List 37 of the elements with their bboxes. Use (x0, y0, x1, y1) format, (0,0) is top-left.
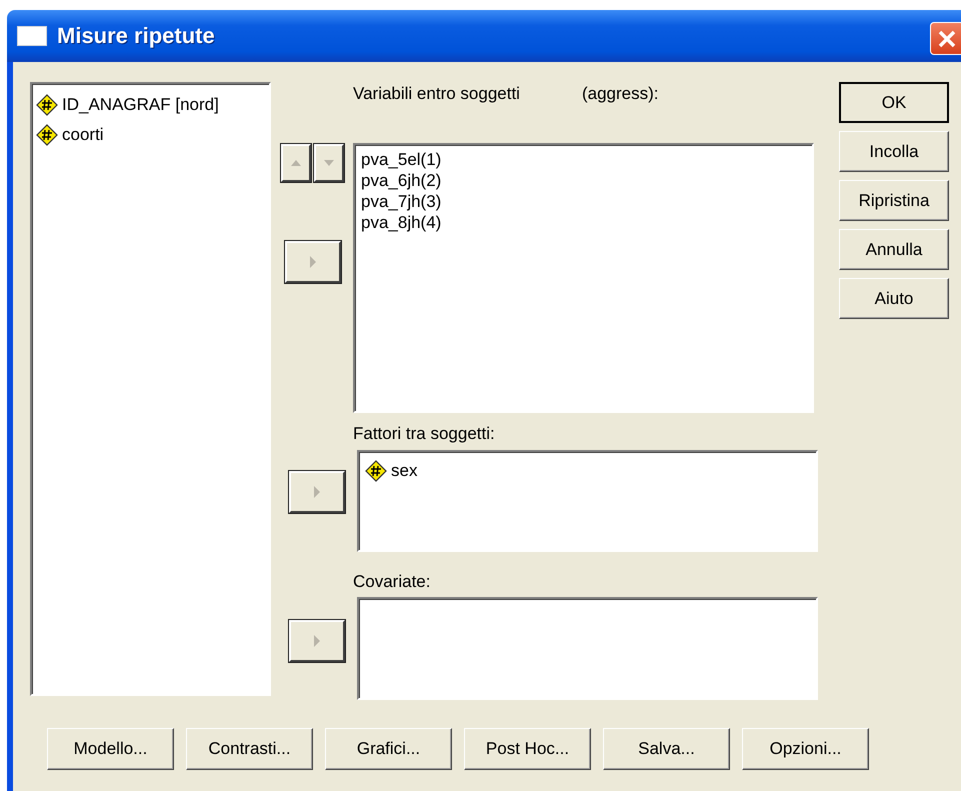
dialog-button[interactable]: Annulla (839, 229, 949, 270)
between-factors-label: Fattori tra soggetti: (353, 424, 495, 446)
covariates-label: Covariate: (353, 572, 430, 593)
within-subjects-label: Variabili entro soggetti (353, 84, 520, 105)
dialog-button[interactable]: Grafici... (325, 728, 452, 770)
within-variable[interactable]: pva_8jh(4) (361, 212, 806, 234)
dialog-button[interactable]: OK (839, 82, 949, 123)
right-arrow-icon (310, 256, 316, 268)
window-title: Misure ripetute (57, 23, 215, 49)
right-arrow-icon (314, 486, 320, 498)
up-arrow-icon (291, 160, 301, 166)
factor-name: (aggress): (582, 84, 658, 105)
right-arrow-icon (314, 635, 320, 648)
dialog-button[interactable]: Post Hoc... (464, 728, 591, 770)
dialog-button[interactable]: Contrasti... (186, 728, 313, 770)
dialog-button[interactable]: Incolla (839, 131, 949, 172)
scale-variable-icon (36, 124, 58, 146)
scale-variable-icon (36, 94, 58, 116)
dialog-button[interactable]: Opzioni... (742, 728, 869, 770)
within-subjects-list[interactable]: pva_5el(1) pva_6jh(2) pva_7jh(3) pva_8jh(4) (353, 143, 814, 414)
between-factors-list[interactable]: sex (357, 450, 818, 552)
variable-name[interactable]: coorti (62, 125, 104, 145)
dialog-button[interactable]: Modello... (47, 728, 174, 770)
variable-name[interactable]: ID_ANAGRAF [nord] (62, 95, 219, 115)
scale-variable-icon (365, 460, 387, 482)
dialog-button[interactable]: Ripristina (839, 180, 949, 221)
dialog-button[interactable]: Salva... (603, 728, 730, 770)
covariates-list[interactable] (357, 597, 818, 700)
dialog-button[interactable]: Aiuto (839, 278, 949, 319)
within-variable[interactable]: pva_5el(1) (361, 149, 806, 170)
window-icon (17, 26, 47, 46)
within-variable[interactable]: pva_7jh(3) (361, 191, 806, 212)
within-variable[interactable]: pva_6jh(2) (361, 170, 806, 192)
close-button[interactable] (930, 22, 961, 55)
variable-name[interactable]: sex (391, 460, 418, 481)
down-arrow-icon (324, 160, 334, 166)
source-variable-list[interactable]: ID_ANAGRAF [nord] coorti (30, 82, 271, 696)
